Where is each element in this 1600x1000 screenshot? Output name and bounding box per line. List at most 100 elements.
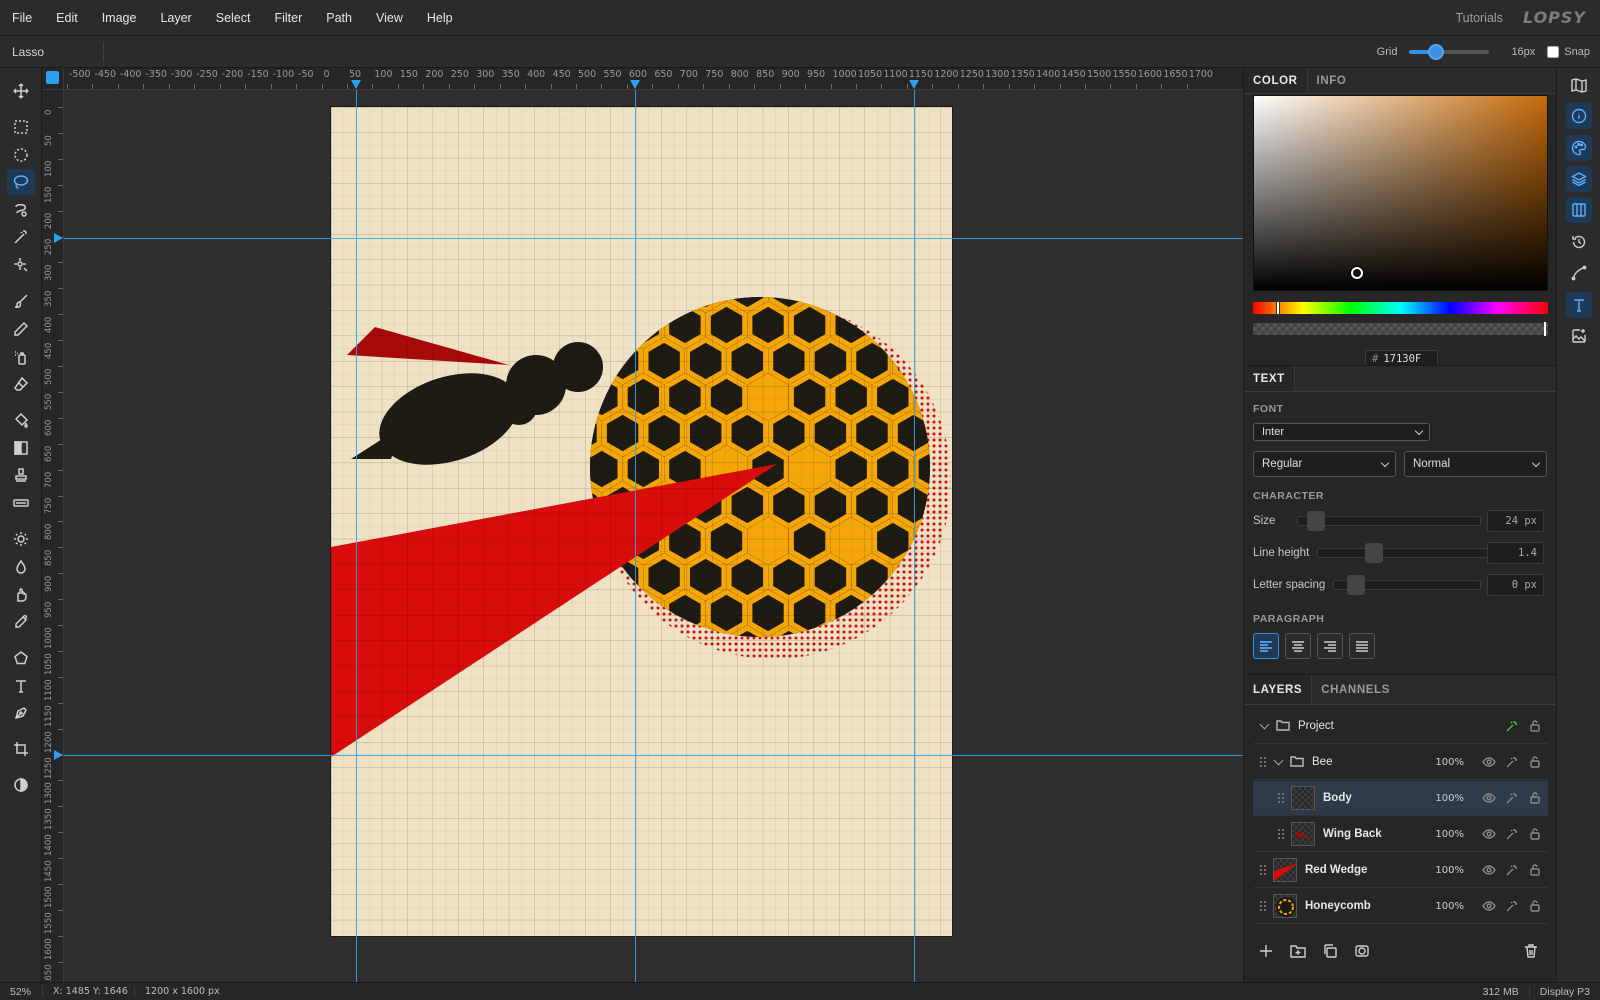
polygon-icon[interactable] xyxy=(7,645,35,671)
drag-handle-icon[interactable] xyxy=(1259,900,1267,912)
letter-spacing-slider-thumb[interactable] xyxy=(1346,575,1365,595)
layer-opacity[interactable]: 100% xyxy=(1435,793,1464,804)
drag-handle-icon[interactable] xyxy=(1259,864,1267,876)
align-justify-button[interactable] xyxy=(1349,633,1375,659)
info-icon[interactable] xyxy=(1566,103,1592,129)
smudge-icon[interactable] xyxy=(7,582,35,608)
canvas-area[interactable] xyxy=(64,90,1243,982)
add-folder-icon[interactable] xyxy=(1290,943,1306,959)
magic-wand-icon[interactable] xyxy=(7,224,35,250)
contrast-icon[interactable] xyxy=(7,772,35,798)
history-icon[interactable] xyxy=(1566,229,1592,255)
chevron-down-icon[interactable] xyxy=(1259,719,1270,730)
layer-opacity[interactable]: 100% xyxy=(1435,865,1464,876)
align-right-button[interactable] xyxy=(1317,633,1343,659)
add-layer-icon[interactable] xyxy=(1258,943,1274,959)
saturation-brightness-picker[interactable] xyxy=(1253,95,1548,291)
guide-vertical[interactable] xyxy=(356,90,357,982)
layer-row-bee[interactable]: Bee 100% xyxy=(1253,745,1548,780)
tutorials-link[interactable]: Tutorials xyxy=(1455,11,1502,25)
duplicate-icon[interactable] xyxy=(1322,943,1338,959)
pencil-icon[interactable] xyxy=(7,316,35,342)
eyedropper-icon[interactable] xyxy=(7,609,35,635)
vertical-ruler[interactable]: 0 50 100 150 200 250 300 350 400 450 500 550 600 650 7… xyxy=(42,90,64,982)
layer-row-honeycomb[interactable]: Honeycomb 100% xyxy=(1253,889,1548,924)
pen-icon[interactable] xyxy=(7,700,35,726)
letter-spacing-slider[interactable] xyxy=(1333,575,1481,595)
line-height-slider[interactable] xyxy=(1317,543,1501,563)
line-height-slider-thumb[interactable] xyxy=(1365,543,1384,563)
guide-marker[interactable] xyxy=(630,80,640,89)
grid-slider-thumb[interactable] xyxy=(1427,43,1444,60)
guide-horizontal[interactable] xyxy=(64,755,1243,756)
layer-row-project[interactable]: Project xyxy=(1253,709,1548,744)
menu-select[interactable]: Select xyxy=(204,11,263,25)
healing-icon[interactable] xyxy=(7,490,35,516)
snap-checkbox[interactable] xyxy=(1547,45,1560,58)
menu-edit[interactable]: Edit xyxy=(44,11,90,25)
tab-info[interactable]: INFO xyxy=(1308,68,1356,93)
guide-horizontal[interactable] xyxy=(64,238,1243,239)
font-style-select[interactable]: Normal xyxy=(1404,451,1547,477)
mask-icon[interactable] xyxy=(1354,943,1370,959)
rect-select-icon[interactable] xyxy=(7,114,35,140)
tab-color[interactable]: COLOR xyxy=(1244,68,1308,93)
ellipse-select-icon[interactable] xyxy=(7,142,35,168)
drag-handle-icon[interactable] xyxy=(1277,828,1285,840)
letter-spacing-input[interactable]: 0 px xyxy=(1487,574,1544,596)
guide-vertical[interactable] xyxy=(914,90,915,982)
fill-bucket-icon[interactable] xyxy=(7,407,35,433)
stamp-icon[interactable] xyxy=(7,462,35,488)
align-center-button[interactable] xyxy=(1285,633,1311,659)
type-icon[interactable] xyxy=(7,673,35,699)
color-picker-handle[interactable] xyxy=(1350,266,1363,279)
layer-row-body[interactable]: Body 100% xyxy=(1253,781,1548,816)
curve-icon[interactable] xyxy=(1566,260,1592,286)
guide-vertical[interactable] xyxy=(635,90,636,982)
layer-row-wing-back[interactable]: Wing Back 100% xyxy=(1253,817,1548,852)
chevron-down-icon[interactable] xyxy=(1273,755,1284,766)
text-icon[interactable] xyxy=(1566,292,1592,318)
artboard[interactable] xyxy=(331,107,952,936)
tab-text[interactable]: TEXT xyxy=(1244,366,1295,391)
zoom-level[interactable]: 52% xyxy=(0,986,42,998)
tab-layers[interactable]: LAYERS xyxy=(1244,675,1313,704)
columns-icon[interactable] xyxy=(1566,197,1592,223)
eraser-icon[interactable] xyxy=(7,371,35,397)
layer-opacity[interactable]: 100% xyxy=(1435,901,1464,912)
horizontal-ruler[interactable]: -500 -450 -400 -350 -300 -250 -200 -150 -100 -50 0… xyxy=(64,68,1243,90)
size-input[interactable]: 24 px xyxy=(1487,510,1544,532)
guide-marker[interactable] xyxy=(54,233,63,243)
line-height-input[interactable]: 1.4 xyxy=(1487,542,1544,564)
layers-icon[interactable] xyxy=(1566,166,1592,192)
menu-view[interactable]: View xyxy=(364,11,415,25)
font-weight-select[interactable]: Regular xyxy=(1253,451,1396,477)
blur-icon[interactable] xyxy=(7,554,35,580)
quick-select-icon[interactable] xyxy=(7,252,35,278)
crop-icon[interactable] xyxy=(7,736,35,762)
move-icon[interactable] xyxy=(7,78,35,104)
guide-marker[interactable] xyxy=(909,80,919,89)
ruler-corner[interactable] xyxy=(42,68,64,90)
palette-icon[interactable] xyxy=(1566,135,1592,161)
font-family-select[interactable]: Inter xyxy=(1253,423,1430,441)
trash-icon[interactable] xyxy=(1523,943,1539,959)
menu-path[interactable]: Path xyxy=(314,11,364,25)
layer-opacity[interactable]: 100% xyxy=(1435,757,1464,768)
lasso-icon[interactable] xyxy=(7,169,35,195)
menu-image[interactable]: Image xyxy=(90,11,149,25)
image-add-icon[interactable] xyxy=(1566,323,1592,349)
menu-filter[interactable]: Filter xyxy=(262,11,314,25)
alpha-slider[interactable] xyxy=(1253,322,1548,336)
map-icon[interactable] xyxy=(1566,72,1592,98)
size-slider[interactable] xyxy=(1297,511,1481,531)
grid-slider[interactable] xyxy=(1409,43,1490,60)
spray-icon[interactable] xyxy=(7,344,35,370)
guide-marker[interactable] xyxy=(351,80,361,89)
magnetic-lasso-icon[interactable] xyxy=(7,197,35,223)
ruler-origin-marker[interactable] xyxy=(46,71,59,84)
gradient-icon[interactable] xyxy=(7,435,35,461)
brush-icon[interactable] xyxy=(7,288,35,314)
hue-slider[interactable] xyxy=(1253,301,1548,315)
menu-layer[interactable]: Layer xyxy=(148,11,203,25)
